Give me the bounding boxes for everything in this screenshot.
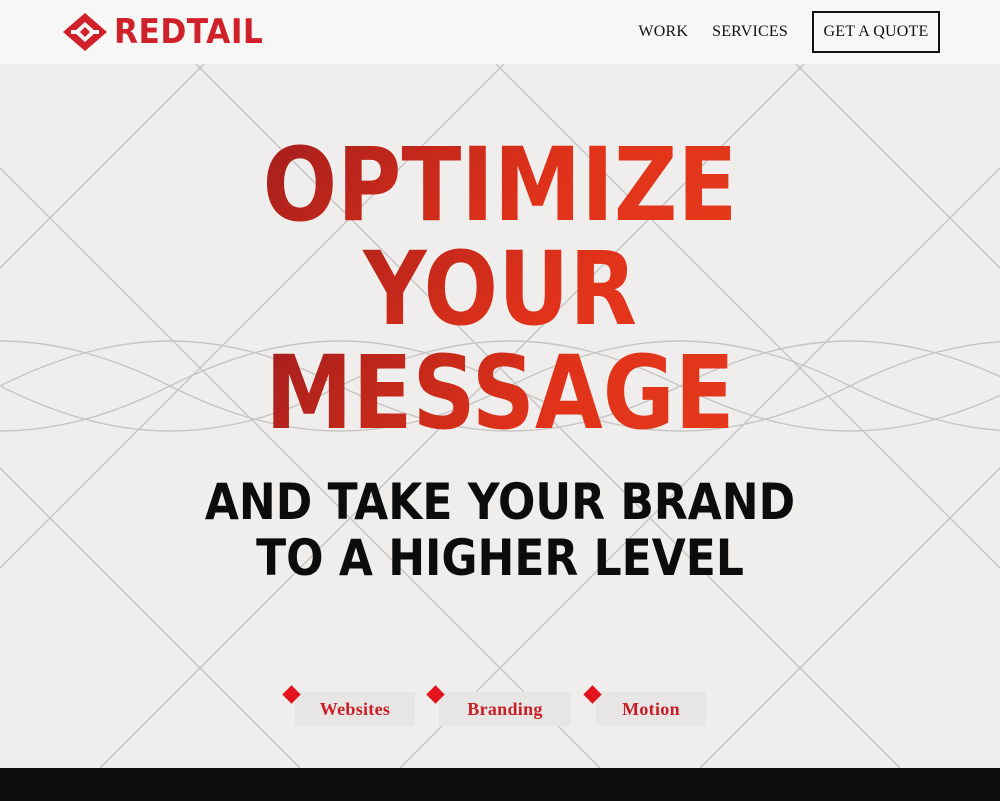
nav-work[interactable]: WORK bbox=[638, 23, 688, 41]
subheadline-line-1: AND TAKE YOUR BRAND bbox=[204, 473, 796, 531]
tag-motion[interactable]: Motion bbox=[583, 685, 706, 726]
dark-footer-band bbox=[0, 768, 1000, 801]
tag-label: Motion bbox=[622, 698, 680, 719]
redtail-diamond-logo-icon bbox=[63, 13, 107, 51]
headline-line-3: MESSAGE bbox=[70, 342, 930, 446]
main-nav: WORK SERVICES GET A QUOTE bbox=[638, 9, 940, 55]
tag-branding[interactable]: Branding bbox=[426, 685, 571, 726]
brand-name: REDTAIL bbox=[114, 12, 264, 52]
hero-headline: OPTIMIZE YOUR MESSAGE bbox=[0, 134, 1000, 446]
get-a-quote-button[interactable]: GET A QUOTE bbox=[812, 11, 940, 53]
hero-section: OPTIMIZE YOUR MESSAGE AND TAKE YOUR BRAN… bbox=[0, 64, 1000, 768]
headline-line-2: YOUR bbox=[70, 238, 930, 342]
site-header: REDTAIL WORK SERVICES GET A QUOTE bbox=[0, 0, 1000, 64]
hero-subheadline: AND TAKE YOUR BRAND TO A HIGHER LEVEL bbox=[0, 474, 1000, 586]
headline-line-1: OPTIMIZE bbox=[70, 134, 930, 238]
tag-label: Branding bbox=[467, 698, 543, 719]
service-tags: Websites Branding Motion bbox=[0, 685, 1000, 732]
nav-services[interactable]: SERVICES bbox=[712, 23, 788, 41]
tag-websites[interactable]: Websites bbox=[282, 685, 415, 726]
subheadline-line-2: TO A HIGHER LEVEL bbox=[256, 529, 744, 587]
tag-label: Websites bbox=[319, 698, 391, 719]
logo-link[interactable]: REDTAIL bbox=[62, 12, 276, 52]
